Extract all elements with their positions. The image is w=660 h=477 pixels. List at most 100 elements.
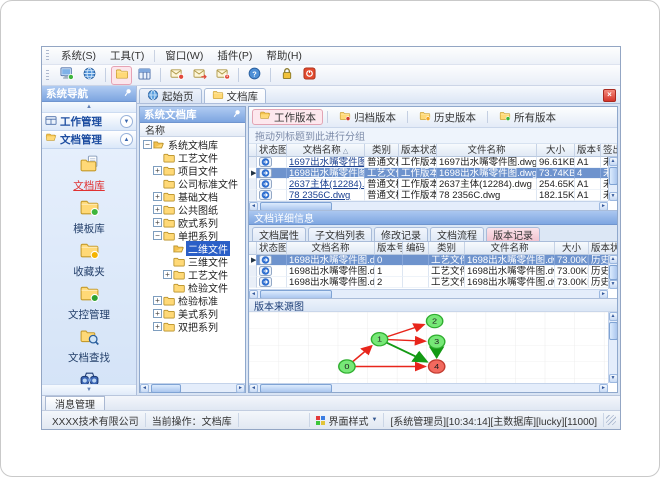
column-header-状态图[interactable]: 状态图 (257, 144, 287, 157)
collapse-minus-icon[interactable]: − (143, 140, 152, 149)
column-header-类别[interactable]: 类别 (429, 242, 465, 255)
menu-item[interactable]: 帮助(H) (259, 47, 309, 64)
button-归档版本[interactable]: 归档版本 (332, 109, 403, 125)
sidebar-group-collapsed[interactable]: 工作管理 ▼ (42, 113, 136, 131)
version-node-1[interactable]: 1 (370, 332, 389, 347)
sidebar-item-文件夹查找[interactable]: 文件夹查找 (63, 369, 116, 384)
column-header-版本号[interactable]: 版本号 (375, 242, 403, 255)
document-link[interactable]: 1697出水嘴零件图.dwg (289, 157, 364, 167)
expand-plus-icon[interactable]: + (153, 218, 162, 227)
expand-plus-icon[interactable]: + (153, 166, 162, 175)
column-header-版本状态[interactable]: 版本状态 (399, 144, 437, 157)
version-node-3[interactable]: 3 (427, 334, 446, 349)
expand-plus-icon[interactable]: + (153, 192, 162, 201)
expand-plus-icon[interactable]: + (163, 270, 172, 279)
pin-icon[interactable] (232, 109, 241, 121)
column-header-文档名称[interactable]: 文档名称 △ (287, 144, 365, 157)
sidebar-item-文档库[interactable]: 文档库 (73, 154, 105, 193)
sidebar-item-文控管理[interactable]: 文控管理 (68, 283, 110, 322)
tree-node-双把系列[interactable]: + 双把系列 (140, 320, 245, 334)
sidebar-item-文档查找[interactable]: 文档查找 (68, 326, 110, 365)
version-node-0[interactable]: 0 (338, 359, 356, 374)
menu-drag-grip[interactable] (46, 50, 49, 61)
detail-tab-子文档列表[interactable]: 子文档列表 (308, 227, 372, 242)
sidebar-scroll-up[interactable]: ▲ (42, 102, 136, 113)
close-tab-button[interactable]: × (603, 88, 616, 102)
message-management-tab[interactable]: 消息管理 (45, 396, 105, 411)
table-row[interactable]: ▶1698出水嘴零件图.dwg0工艺文件1698出水嘴零件图.dwg73.00K… (249, 255, 617, 266)
table-row[interactable]: 1697出水嘴零件图.dwg普通文档工作版本1697出水嘴零件图.dwg96.6… (249, 157, 617, 168)
version-node-4[interactable]: 4 (427, 359, 446, 374)
mail-button[interactable] (166, 66, 187, 85)
column-header-状态图[interactable]: 状态图 (257, 242, 287, 255)
graph-hscrollbar[interactable] (249, 383, 608, 392)
column-header-版本号[interactable]: 版本号 (575, 144, 601, 157)
sidebar-scroll-down[interactable]: ▼ (42, 384, 136, 395)
power-button[interactable] (299, 66, 320, 85)
document-link[interactable]: 2637主体(12284).dwg (289, 179, 364, 189)
lock-button[interactable] (276, 66, 297, 85)
detail-tab-修改记录[interactable]: 修改记录 (374, 227, 428, 242)
table-row[interactable]: 2637主体(12284).dwg普通文档工作版本2637主体(12284).d… (249, 179, 617, 190)
column-header-文件名称[interactable]: 文件名称 (465, 242, 555, 255)
help-button[interactable]: ? (244, 66, 265, 85)
sidebar-item-收藏夹[interactable]: 收藏夹 (73, 240, 105, 279)
documents-table-vscrollbar[interactable] (608, 157, 617, 201)
grid-view-button[interactable] (134, 66, 155, 85)
document-link[interactable]: 78 2356C.dwg (289, 190, 350, 200)
monitor-button[interactable] (56, 66, 77, 85)
column-header-文档名称[interactable]: 文档名称 (287, 242, 375, 255)
button-所有版本[interactable]: 所有版本 (492, 109, 563, 125)
document-link[interactable]: 1698出水嘴零件图.dwg (289, 168, 364, 178)
menu-item[interactable]: 窗口(W) (158, 47, 210, 64)
chevron-down-icon[interactable]: ▼ (120, 115, 133, 128)
window-resize-grip[interactable] (606, 415, 616, 425)
ui-style-dropdown[interactable]: 界面样式 ▼ (309, 413, 385, 428)
mail-send-button[interactable] (189, 66, 210, 85)
pin-icon[interactable] (123, 88, 132, 100)
tab-起始页[interactable]: 起始页 (139, 88, 202, 103)
menu-item[interactable]: 系统(S) (54, 47, 103, 64)
button-工作版本[interactable]: 工作版本 (252, 109, 323, 125)
detail-tab-文档流程[interactable]: 文档流程 (430, 227, 484, 242)
detail-tab-文档属性[interactable]: 文档属性 (252, 227, 306, 242)
expand-plus-icon[interactable]: + (153, 322, 162, 331)
column-header-版本状态[interactable]: 版本状态 (589, 242, 617, 255)
collapse-minus-icon[interactable]: − (153, 231, 162, 240)
column-header-大小[interactable]: 大小 (555, 242, 589, 255)
version-table-hscrollbar[interactable] (249, 289, 608, 298)
version-table-vscrollbar[interactable] (608, 255, 617, 289)
column-header-编码[interactable]: 编码 (403, 242, 429, 255)
documents-table-hscrollbar[interactable] (249, 201, 608, 210)
version-graph[interactable]: 0 1 2 3 4 (249, 312, 608, 383)
sidebar-item-模板库[interactable]: 模板库 (73, 197, 105, 236)
table-row[interactable]: 1698出水嘴零件图.dwg2工艺文件1698出水嘴零件图.dwg73.00KB… (249, 277, 617, 288)
globe-button[interactable] (79, 66, 100, 85)
detail-tab-版本记录[interactable]: 版本记录 (486, 227, 540, 242)
expand-plus-icon[interactable]: + (153, 309, 162, 318)
menu-item[interactable]: 工具(T) (103, 47, 151, 64)
folder-button[interactable] (111, 65, 132, 85)
chevron-up-icon[interactable]: ▲ (120, 133, 133, 146)
graph-vscrollbar[interactable] (608, 312, 617, 383)
tab-文档库[interactable]: 文档库 (203, 88, 266, 103)
sidebar-group-expanded[interactable]: 文档管理 ▲ (42, 131, 136, 149)
tree-column-header[interactable]: 名称 (140, 123, 245, 137)
table-row[interactable]: ▶1698出水嘴零件图.dwg工艺文件工作版本1698出水嘴零件图.dwg73.… (249, 168, 617, 179)
mail-alert-button[interactable] (212, 66, 233, 85)
toolbar-drag-grip[interactable] (46, 69, 49, 81)
column-header-大小[interactable]: 大小 (537, 144, 575, 157)
button-历史版本[interactable]: 历史版本 (412, 109, 483, 125)
table-row[interactable]: 78 2356C.dwg普通文档工作版本78 2356C.dwg182.15KB… (249, 190, 617, 201)
expand-plus-icon[interactable]: + (153, 296, 162, 305)
column-header-文件名称[interactable]: 文件名称 (437, 144, 537, 157)
menu-item[interactable]: 插件(P) (210, 47, 259, 64)
column-header-签出状态[interactable]: 签出状态 (601, 144, 617, 157)
tree-horizontal-scrollbar[interactable] (140, 383, 245, 393)
version-graph-area[interactable]: 0 1 2 3 4 (249, 312, 617, 392)
table-row[interactable]: 1698出水嘴零件图.dwg1工艺文件1698出水嘴零件图.dwg73.00KB… (249, 266, 617, 277)
expand-plus-icon[interactable]: + (153, 205, 162, 214)
column-header-类别[interactable]: 类别 (365, 144, 399, 157)
version-node-2[interactable]: 2 (425, 313, 444, 329)
mail-send-icon (193, 68, 207, 83)
